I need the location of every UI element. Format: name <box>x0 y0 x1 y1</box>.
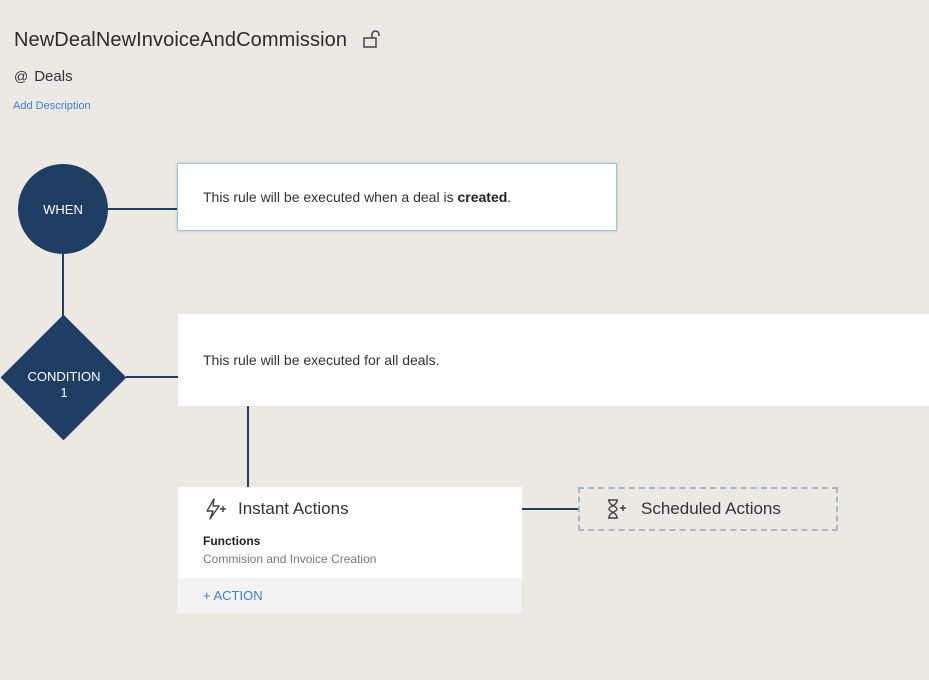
instant-to-scheduled-connector <box>522 508 578 510</box>
module-name: Deals <box>34 68 73 85</box>
condition-label-line1: CONDITION <box>27 369 101 384</box>
bolt-plus-icon <box>203 497 227 521</box>
page-title: NewDealNewInvoiceAndCommission <box>14 29 348 51</box>
when-to-box-connector <box>108 208 178 210</box>
when-label: WHEN <box>43 201 83 217</box>
when-text-before: This rule will be executed when a deal i… <box>203 189 458 205</box>
when-node: WHEN <box>18 164 108 254</box>
scheduled-actions-button[interactable]: Scheduled Actions <box>578 487 838 531</box>
condition-to-box-connector <box>126 376 178 378</box>
when-text-bold: created <box>457 189 508 205</box>
at-symbol: @ <box>14 68 29 84</box>
function-item[interactable]: Commision and Invoice Creation <box>203 552 376 566</box>
condition-box[interactable]: This rule will be executed for all deals… <box>178 314 929 406</box>
functions-label: Functions <box>203 534 261 548</box>
condition-label: CONDITION 1 <box>14 369 114 401</box>
scheduled-actions-title: Scheduled Actions <box>641 499 781 518</box>
when-text: This rule will be executed when a deal i… <box>203 189 511 205</box>
instant-actions-card: Instant Actions Functions Commision and … <box>178 487 522 613</box>
module-label: @ Deals <box>14 68 73 85</box>
add-description-link[interactable]: Add Description <box>13 100 91 112</box>
condition-text: This rule will be executed for all deals… <box>203 352 440 368</box>
hourglass-plus-icon <box>605 498 627 520</box>
instant-actions-title: Instant Actions <box>238 499 349 518</box>
condition-label-line2: 1 <box>60 385 68 400</box>
unlock-icon[interactable] <box>362 30 382 48</box>
when-text-after: . <box>507 189 512 205</box>
when-trigger-box[interactable]: This rule will be executed when a deal i… <box>177 163 617 231</box>
condition-to-actions-connector <box>247 406 249 487</box>
add-action-button[interactable]: + ACTION <box>178 578 522 613</box>
when-to-condition-connector <box>62 254 64 318</box>
instant-actions-header: Instant Actions <box>203 497 349 521</box>
